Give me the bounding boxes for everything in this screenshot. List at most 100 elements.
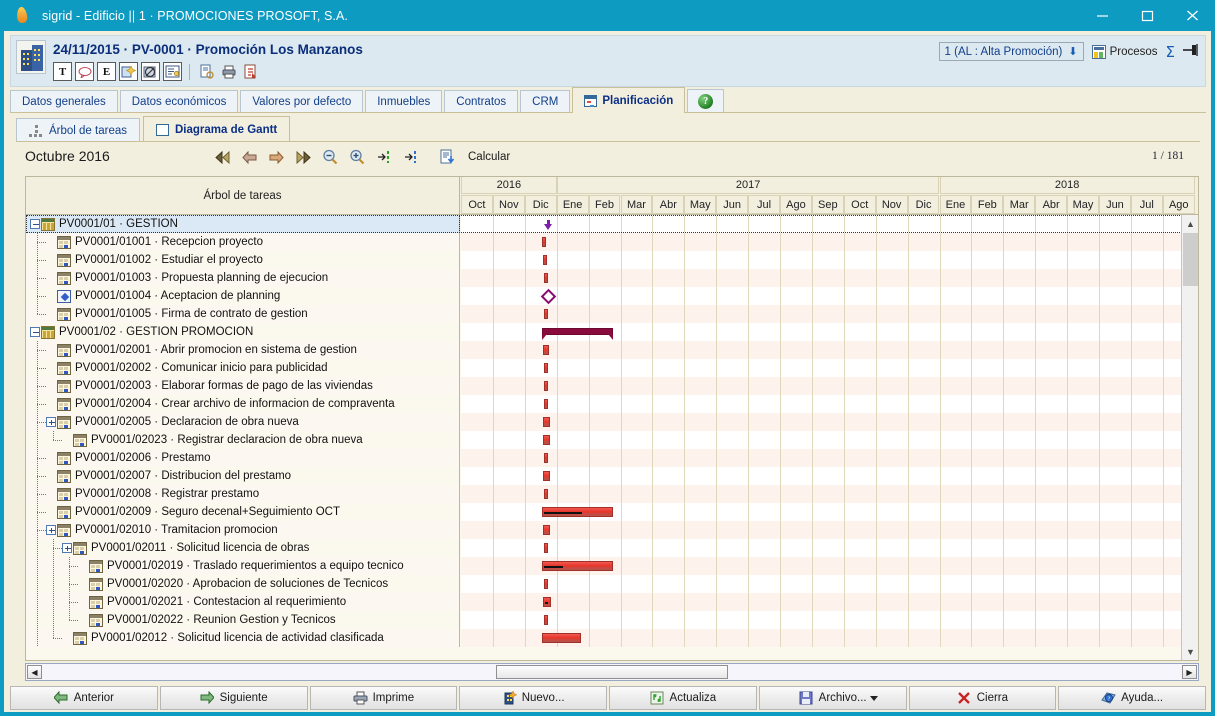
horizontal-scrollbar-thumb[interactable] [496,665,728,679]
gantt-summary-bar[interactable] [542,328,613,340]
gantt-task-bar[interactable] [543,525,550,535]
gantt-row-cell[interactable] [461,359,1198,377]
calcular-label[interactable]: Calcular [468,151,510,163]
gantt-task-bar[interactable] [543,363,548,373]
task-tree-cell[interactable]: PV0001/02001 · Abrir promocion en sistem… [26,341,460,359]
gantt-row-cell[interactable] [461,269,1198,287]
gantt-row-cell[interactable] [461,503,1198,521]
task-tree-cell[interactable]: PV0001/02011 · Solicitud licencia de obr… [26,539,460,557]
task-tree-cell[interactable]: PV0001/01002 · Estudiar el proyecto [26,251,460,269]
tab-valores-por-defecto[interactable]: Valores por defecto [240,90,364,113]
table-row[interactable]: PV0001/02008 · Registrar prestamo [26,485,1198,503]
gantt-row-cell[interactable] [461,413,1198,431]
calculate-icon[interactable] [439,148,457,166]
tab-crm[interactable]: CRM [520,90,571,113]
arrow-left-icon[interactable] [240,148,258,166]
tree-expand-toggle[interactable] [62,543,72,553]
gantt-task-bar[interactable] [543,273,548,283]
table-row[interactable]: PV0001/02010 · Tramitacion promocion [26,521,1198,539]
gantt-row-cell[interactable] [461,539,1198,557]
gantt-task-bar[interactable] [543,453,548,463]
magnifier-plus-icon[interactable] [348,148,366,166]
tree-expand-toggle[interactable] [46,525,56,535]
help-button[interactable]: ? Ayuda... [1058,686,1206,710]
gantt-task-bar[interactable] [543,597,552,607]
task-tree-cell[interactable]: PV0001/01004 · Aceptacion de planning [26,287,460,305]
task-tree-cell[interactable]: PV0001/02005 · Declaracion de obra nueva [26,413,460,431]
gantt-task-bar[interactable] [543,435,550,445]
new-button[interactable]: Nuevo... [459,686,607,710]
task-tree-cell[interactable]: PV0001/02004 · Crear archivo de informac… [26,395,460,413]
table-row[interactable]: PV0001/02019 · Traslado requerimientos a… [26,557,1198,575]
tab-datos-economicos[interactable]: Datos económicos [119,90,239,113]
gantt-row-cell[interactable] [461,287,1198,305]
subtab-arbol-de-tareas[interactable]: Árbol de tareas [16,118,140,142]
pin-icon[interactable] [1183,43,1199,60]
task-tree-cell[interactable]: PV0001/02006 · Prestamo [26,449,460,467]
task-tree-cell[interactable]: PV0001/01005 · Firma de contrato de gest… [26,305,460,323]
gantt-task-bar[interactable] [543,309,548,319]
gantt-task-bar[interactable] [543,417,550,427]
update-button[interactable]: Actualiza [609,686,757,710]
gantt-row-cell[interactable] [461,575,1198,593]
table-row[interactable]: PV0001/02020 · Aprobacion de soluciones … [26,575,1198,593]
table-row[interactable]: PV0001/02006 · Prestamo [26,449,1198,467]
table-row[interactable]: PV0001/01005 · Firma de contrato de gest… [26,305,1198,323]
gantt-task-bar[interactable] [543,489,548,499]
gantt-row-cell[interactable] [461,521,1198,539]
text-tool-button[interactable]: T [53,62,72,81]
table-row[interactable]: PV0001/01002 · Estudiar el proyecto [26,251,1198,269]
gantt-task-bar[interactable] [543,471,550,481]
tab-datos-generales[interactable]: Datos generales [10,90,118,113]
gantt-task-bar[interactable] [542,561,613,571]
arrow-to-line-green-icon[interactable] [375,148,393,166]
tree-collapse-toggle[interactable] [30,327,40,337]
task-tree-cell[interactable]: PV0001/02 · GESTION PROMOCION [26,323,460,341]
table-row[interactable]: PV0001/01004 · Aceptacion de planning [26,287,1198,305]
gantt-row-cell[interactable] [461,305,1198,323]
gantt-row-cell[interactable] [461,467,1198,485]
gantt-task-bar[interactable] [542,255,547,265]
attachment-tool-button[interactable] [141,62,160,81]
task-tree-cell[interactable]: PV0001/02012 · Solicitud licencia de act… [26,629,460,647]
wizard-tool-button[interactable] [119,62,138,81]
table-row[interactable]: PV0001/02001 · Abrir promocion en sistem… [26,341,1198,359]
notes-tool-button[interactable] [163,62,182,81]
table-row[interactable]: PV0001/02022 · Reunion Gestion y Tecnico… [26,611,1198,629]
tab-planificacion[interactable]: Planificación [572,87,686,113]
comment-tool-button[interactable] [75,62,94,81]
gantt-task-bar[interactable] [542,507,613,517]
gantt-task-bar[interactable] [542,633,581,643]
gantt-task-bar[interactable] [543,399,548,409]
gantt-task-bar[interactable] [542,237,547,247]
archive-button[interactable]: Archivo... [758,686,907,710]
magnifier-minus-icon[interactable] [321,148,339,166]
table-row[interactable]: PV0001/01003 · Propuesta planning de eje… [26,269,1198,287]
table-row[interactable]: PV0001/02 · GESTION PROMOCION [26,323,1198,341]
gantt-row-cell[interactable] [461,431,1198,449]
task-tree-cell[interactable]: PV0001/02010 · Tramitacion promocion [26,521,460,539]
gantt-row-cell[interactable] [461,341,1198,359]
gantt-row-cell[interactable] [461,629,1198,647]
gantt-row-cell[interactable] [461,377,1198,395]
tab-contratos[interactable]: Contratos [444,90,519,113]
scroll-up-icon[interactable]: ▲ [1182,215,1199,232]
gantt-row-cell[interactable] [461,485,1198,503]
gantt-milestone-marker[interactable] [540,288,556,305]
gantt-task-bar[interactable] [543,615,548,625]
task-tree-cell[interactable]: PV0001/01003 · Propuesta planning de eje… [26,269,460,287]
task-tree-cell[interactable]: PV0001/02009 · Seguro decenal+Seguimient… [26,503,460,521]
table-row[interactable]: PV0001/02005 · Declaracion de obra nueva [26,413,1198,431]
task-tree-cell[interactable]: PV0001/02003 · Elaborar formas de pago d… [26,377,460,395]
gantt-row-cell[interactable] [461,395,1198,413]
subtab-diagrama-de-gantt[interactable]: Diagrama de Gantt [143,116,291,142]
next-button[interactable]: Siguiente [159,686,308,710]
previous-button[interactable]: Anterior [10,686,158,710]
task-tree-cell[interactable]: PV0001/02022 · Reunion Gestion y Tecnico… [26,611,460,629]
gantt-row-cell[interactable] [461,557,1198,575]
table-row[interactable]: PV0001/02012 · Solicitud licencia de act… [26,629,1198,647]
task-tree-cell[interactable]: PV0001/01001 · Recepcion proyecto [26,233,460,251]
table-row[interactable]: PV0001/02021 · Contestacion al requerimi… [26,593,1198,611]
table-row[interactable]: PV0001/02009 · Seguro decenal+Seguimient… [26,503,1198,521]
pdf-tool-button[interactable] [241,62,260,81]
